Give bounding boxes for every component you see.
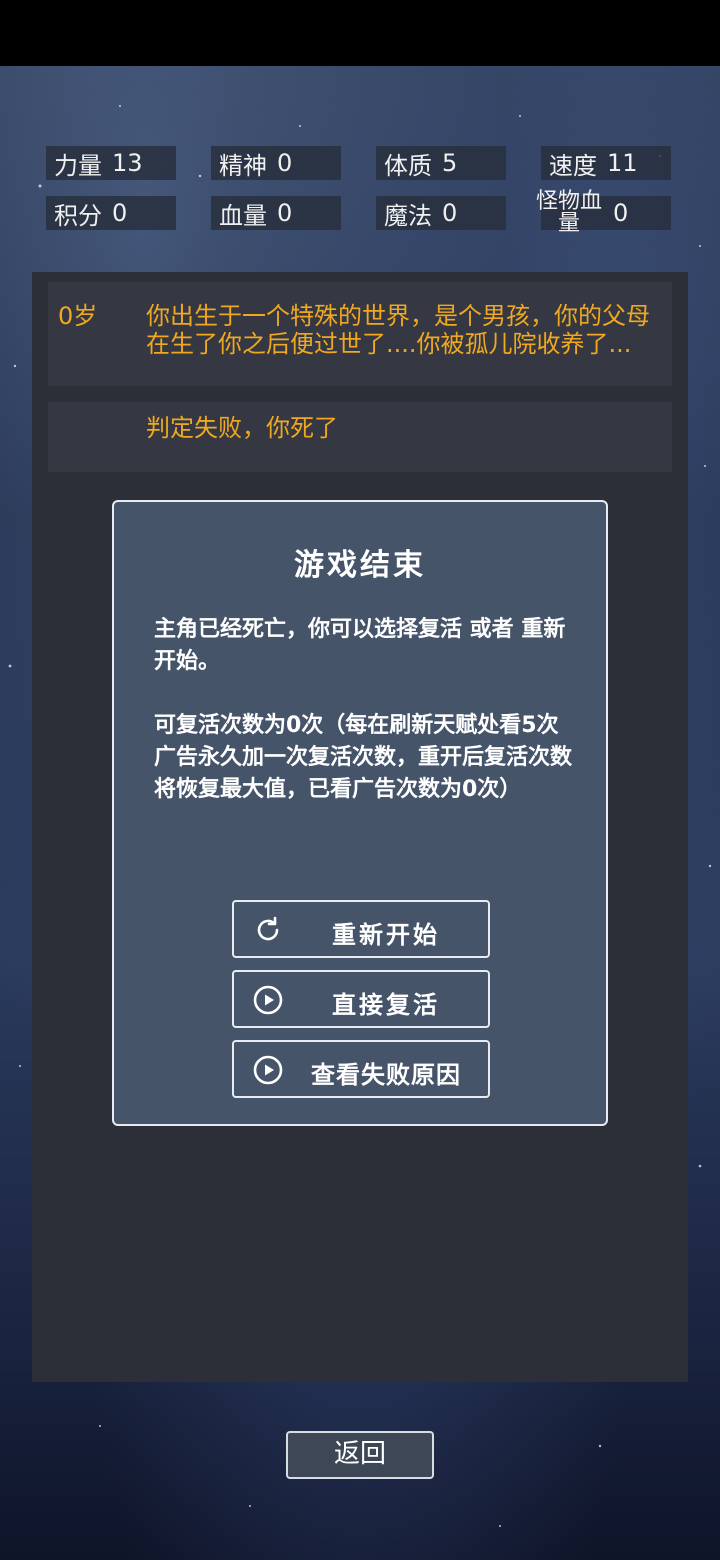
stat-hp: 血量 0 — [211, 196, 341, 230]
stat-value: 5 — [442, 149, 458, 177]
revive-info: 可复活次数为0次（每在刷新天赋处看5次广告永久加一次复活次数，重开后复活次数将恢… — [154, 713, 573, 802]
stat-score: 积分 0 — [46, 196, 176, 230]
stats-row-1: 力量 13 精神 0 体质 5 速度 11 — [0, 146, 720, 182]
log-age: 0岁 — [58, 302, 98, 330]
stat-value: 0 — [277, 149, 293, 177]
dialog-body: 主角已经死亡，你可以选择复活 或者 重新开始。 可复活次数为0次（每在刷新天赋处… — [154, 614, 574, 838]
stat-label: 魔法 — [384, 201, 432, 230]
stat-value: 0 — [112, 199, 128, 227]
stats-row-2: 积分 0 血量 0 魔法 0 怪物血量 0 — [0, 191, 720, 235]
stat-label: 体质 — [384, 151, 432, 180]
play-circle-icon — [253, 1055, 283, 1085]
log-entry: 0岁 你出生于一个特殊的世界，是个男孩，你的父母在生了你之后便过世了....你被… — [48, 282, 672, 386]
dialog-title: 游戏结束 — [294, 548, 426, 583]
stat-value: 13 — [112, 149, 143, 177]
log-text: 你出生于一个特殊的世界，是个男孩，你的父母在生了你之后便过世了....你被孤儿院… — [146, 302, 650, 358]
stat-strength: 力量 13 — [46, 146, 176, 180]
stat-label: 血量 — [219, 201, 267, 230]
game-over-dialog: 游戏结束 主角已经死亡，你可以选择复活 或者 重新开始。 可复活次数为0次（每在… — [112, 500, 608, 1126]
button-label: 查看失败原因 — [311, 1061, 461, 1089]
stat-speed: 速度 11 — [541, 146, 671, 180]
stat-value: 0 — [442, 199, 458, 227]
stat-monster-hp: 怪物血量 0 — [536, 191, 671, 235]
log-entry: 判定失败，你死了 — [48, 402, 672, 472]
button-label: 直接复活 — [332, 991, 440, 1019]
button-label: 重新开始 — [332, 921, 440, 949]
revive-button[interactable]: 直接复活 — [232, 970, 490, 1028]
stat-label: 速度 — [549, 151, 597, 180]
restart-button[interactable]: 重新开始 — [232, 900, 490, 958]
stat-label: 积分 — [54, 201, 102, 230]
stat-spirit: 精神 0 — [211, 146, 341, 180]
log-text: 判定失败，你死了 — [146, 414, 338, 442]
view-failure-reason-button[interactable]: 查看失败原因 — [232, 1040, 490, 1098]
stat-value: 0 — [613, 199, 629, 227]
play-circle-icon — [253, 985, 283, 1015]
back-button[interactable]: 返回 — [286, 1431, 434, 1479]
stat-label: 精神 — [219, 151, 267, 180]
stat-magic: 魔法 0 — [376, 196, 506, 230]
refresh-icon — [257, 916, 279, 941]
stat-value: 11 — [607, 149, 638, 177]
stat-value: 0 — [277, 199, 293, 227]
stat-label: 怪物血量 — [535, 189, 602, 236]
stat-constitution: 体质 5 — [376, 146, 506, 180]
stat-label: 力量 — [54, 151, 102, 180]
dialog-message: 主角已经死亡，你可以选择复活 或者 重新开始。 — [154, 617, 566, 674]
